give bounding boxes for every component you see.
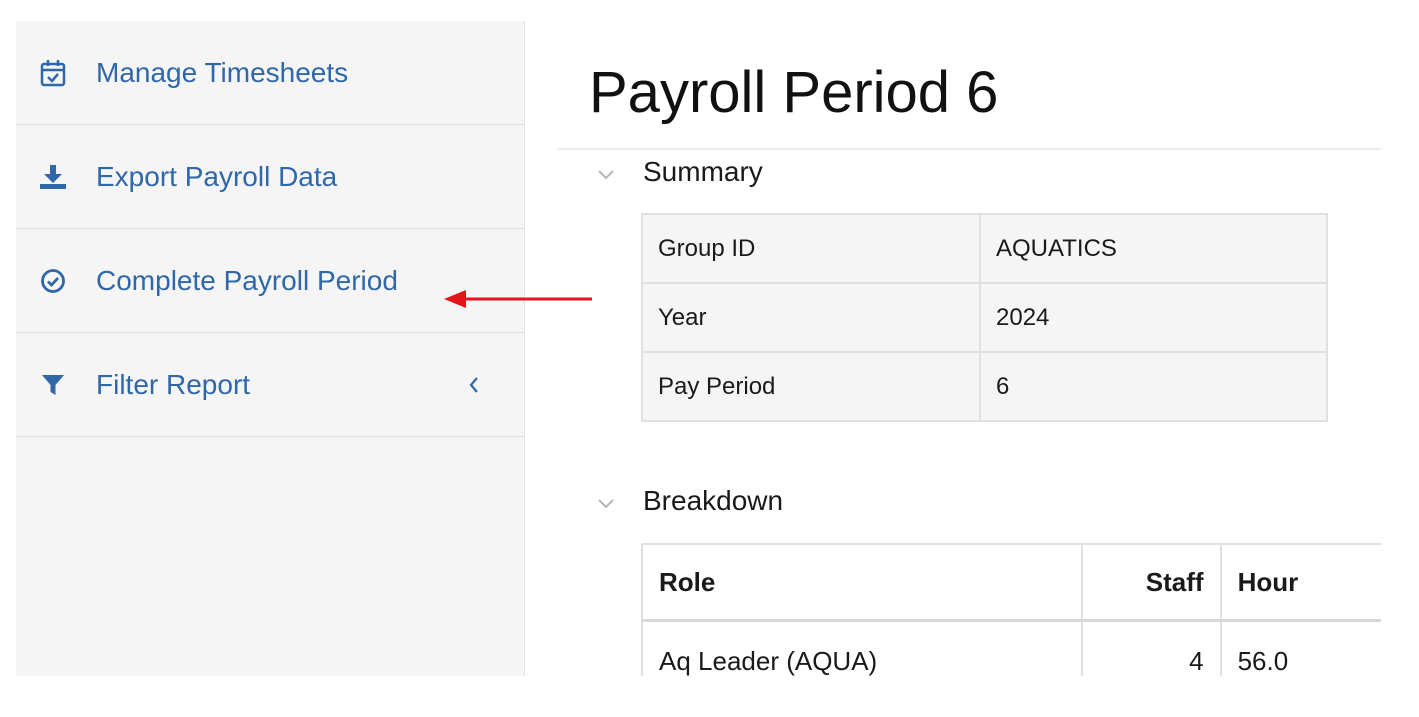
sidebar: Manage Timesheets Export Payroll Data Co… [16, 21, 525, 676]
column-header-staff[interactable]: Staff [1081, 543, 1222, 622]
sidebar-item-complete-payroll-period[interactable]: Complete Payroll Period [16, 229, 524, 333]
summary-table: Group ID AQUATICS Year 2024 Pay Period 6 [641, 213, 1328, 422]
summary-value: 2024 [979, 282, 1328, 353]
summary-key: Group ID [641, 213, 981, 284]
sidebar-item-export-payroll-data[interactable]: Export Payroll Data [16, 125, 524, 229]
sidebar-item-label: Complete Payroll Period [96, 264, 398, 296]
sidebar-item-label: Manage Timesheets [96, 56, 349, 88]
table-row: Year 2024 [641, 282, 1328, 353]
collapse-summary-chevron-icon[interactable] [595, 163, 617, 185]
summary-value: AQUATICS [979, 213, 1328, 284]
summary-value: 6 [979, 351, 1328, 422]
divider [557, 148, 1381, 150]
main-content: Payroll Period 6 Summary Group ID AQUATI… [557, 21, 1381, 676]
column-header-hours[interactable]: Hour [1219, 543, 1381, 622]
table-header-row: Role Staff Hour [640, 543, 1381, 622]
sidebar-item-label: Export Payroll Data [96, 160, 338, 192]
page-title: Payroll Period 6 [589, 60, 999, 125]
filter-icon [38, 370, 68, 400]
column-header-role[interactable]: Role [640, 543, 1084, 622]
summary-key: Year [641, 282, 981, 353]
chevron-left-icon[interactable] [464, 370, 484, 400]
check-circle-icon [38, 266, 68, 296]
sidebar-item-manage-timesheets[interactable]: Manage Timesheets [16, 21, 524, 125]
cell-role: Aq Leader (AQUA) [640, 619, 1084, 676]
breakdown-heading[interactable]: Breakdown [643, 485, 783, 517]
calendar-check-icon [38, 58, 68, 88]
table-row: Group ID AQUATICS [641, 213, 1328, 284]
download-icon [38, 162, 68, 192]
sidebar-item-filter-report[interactable]: Filter Report [16, 333, 524, 437]
collapse-breakdown-chevron-icon[interactable] [595, 492, 617, 514]
breakdown-table: Role Staff Hour Aq Leader (AQUA) 4 56.0 [640, 543, 1381, 676]
sidebar-item-label: Filter Report [96, 368, 251, 400]
summary-key: Pay Period [641, 351, 981, 422]
summary-heading[interactable]: Summary [643, 156, 763, 188]
table-row: Pay Period 6 [641, 351, 1328, 422]
cell-staff: 4 [1081, 619, 1222, 676]
table-row: Aq Leader (AQUA) 4 56.0 [640, 619, 1381, 676]
cell-hours: 56.0 [1219, 619, 1381, 676]
